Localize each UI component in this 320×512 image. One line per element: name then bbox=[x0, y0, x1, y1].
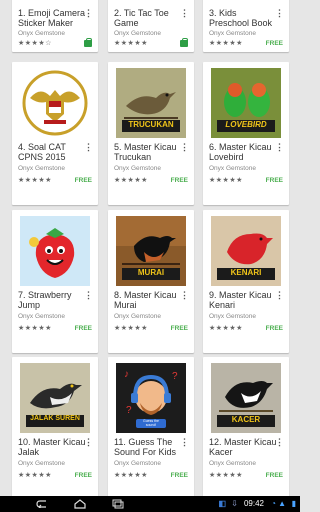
developer-name: Onyx Gemstone bbox=[114, 30, 161, 37]
overflow-menu-icon[interactable]: ⋮ bbox=[84, 8, 93, 18]
overflow-menu-icon[interactable]: ⋮ bbox=[180, 8, 189, 18]
price-label: FREE bbox=[74, 177, 92, 184]
app-card[interactable]: KENARI 9. Master Kicau Kenari ⋮ Onyx Gem… bbox=[203, 210, 289, 353]
developer-name: Onyx Gemstone bbox=[18, 313, 65, 320]
image-caption: LOVEBIRD bbox=[225, 120, 267, 129]
developer-name: Onyx Gemstone bbox=[209, 460, 256, 467]
star-rating: ★★★★★ bbox=[209, 40, 243, 47]
recents-icon[interactable] bbox=[112, 499, 124, 509]
price-label: FREE bbox=[170, 325, 188, 332]
star-rating: ★★★★★ bbox=[114, 177, 148, 184]
app-title: 1. Emoji Camera Sticker Maker bbox=[18, 8, 86, 28]
app-card[interactable]: LOVEBIRD 6. Master Kicau Lovebird ⋮ Onyx… bbox=[203, 62, 289, 205]
installed-bag-icon bbox=[84, 38, 92, 47]
app-card[interactable]: 2. Tic Tac Toe Game ⋮ Onyx Gemstone ★★★★… bbox=[108, 0, 194, 52]
price-label: FREE bbox=[170, 177, 188, 184]
overflow-menu-icon[interactable]: ⋮ bbox=[275, 437, 284, 447]
app-title: 9. Master Kicau Kenari bbox=[209, 290, 272, 310]
system-navigation-bar: ◧ ⇩ 09:42 ◔ ▲ ▮ bbox=[0, 496, 300, 512]
price-label: FREE bbox=[265, 325, 283, 332]
star-rating: ★★★★★ bbox=[18, 177, 52, 184]
overflow-menu-icon[interactable]: ⋮ bbox=[180, 142, 189, 152]
app-card[interactable]: 1. Emoji Camera Sticker Maker ⋮ Onyx Gem… bbox=[12, 0, 98, 52]
app-card[interactable]: TRUCUKAN 5. Master Kicau Trucukan ⋮ Onyx… bbox=[108, 62, 194, 205]
price-label: FREE bbox=[74, 325, 92, 332]
developer-name: Onyx Gemstone bbox=[209, 30, 256, 37]
svg-text:?: ? bbox=[172, 371, 178, 382]
app-title: 7. Strawberry Jump bbox=[18, 290, 72, 310]
image-caption: JALAK SUREN bbox=[30, 415, 80, 422]
clock-time: 09:42 bbox=[243, 499, 264, 508]
image-caption: Guess the sound! bbox=[143, 419, 159, 427]
image-caption: KENARI bbox=[230, 268, 262, 277]
star-rating: ★★★★★ bbox=[209, 177, 243, 184]
app-title: 11. Guess The Sound For Kids bbox=[114, 437, 177, 457]
app-title: 3. Kids Preschool Book bbox=[209, 8, 273, 28]
star-rating: ★★★★★ bbox=[18, 472, 52, 479]
overflow-menu-icon[interactable]: ⋮ bbox=[275, 142, 284, 152]
signal-icon: ▲ bbox=[278, 499, 286, 508]
download-icon: ⇩ bbox=[231, 499, 238, 508]
overflow-menu-icon[interactable]: ⋮ bbox=[84, 437, 93, 447]
image-caption: TRUCUKAN bbox=[128, 120, 174, 129]
price-label: FREE bbox=[74, 472, 92, 479]
developer-name: Onyx Gemstone bbox=[18, 460, 65, 467]
app-card[interactable]: ♪ ? ? Guess the sound! 11. Guess The Sou… bbox=[108, 357, 194, 500]
overflow-menu-icon[interactable]: ⋮ bbox=[275, 8, 284, 18]
price-label: FREE bbox=[265, 40, 283, 47]
app-title: 6. Master Kicau Lovebird bbox=[209, 142, 272, 162]
price-label: FREE bbox=[265, 177, 283, 184]
app-title: 5. Master Kicau Trucukan bbox=[114, 142, 177, 162]
developer-name: Onyx Gemstone bbox=[209, 313, 256, 320]
garuda-emblem-icon bbox=[20, 68, 90, 138]
home-icon[interactable] bbox=[74, 499, 86, 509]
app-card[interactable]: 3. Kids Preschool Book ⋮ Onyx Gemstone ★… bbox=[203, 0, 289, 52]
app-card[interactable]: 4. Soal CAT CPNS 2015 ⋮ Onyx Gemstone ★★… bbox=[12, 62, 98, 205]
app-card[interactable]: 7. Strawberry Jump ⋮ Onyx Gemstone ★★★★★… bbox=[12, 210, 98, 353]
app-title: 8. Master Kicau Murai bbox=[114, 290, 177, 310]
overflow-menu-icon[interactable]: ⋮ bbox=[275, 290, 284, 300]
app-card[interactable]: MURAI 8. Master Kicau Murai ⋮ Onyx Gemst… bbox=[108, 210, 194, 353]
app-card[interactable]: KACER 12. Master Kicau Kacer ⋮ Onyx Gems… bbox=[203, 357, 289, 500]
developer-name: Onyx Gemstone bbox=[114, 165, 161, 172]
star-rating: ★★★★★ bbox=[209, 325, 243, 332]
app-title: 12. Master Kicau Kacer bbox=[209, 437, 277, 457]
star-rating: ★★★★★ bbox=[18, 325, 52, 332]
developer-name: Onyx Gemstone bbox=[114, 460, 161, 467]
star-rating: ★★★★★ bbox=[209, 472, 243, 479]
star-rating: ★★★★★ bbox=[114, 472, 148, 479]
overflow-menu-icon[interactable]: ⋮ bbox=[180, 437, 189, 447]
back-icon[interactable] bbox=[36, 500, 48, 508]
battery-icon: ▮ bbox=[291, 499, 296, 508]
developer-name: Onyx Gemstone bbox=[209, 165, 256, 172]
overflow-menu-icon[interactable]: ⋮ bbox=[84, 142, 93, 152]
star-rating: ★★★★☆ bbox=[18, 40, 52, 47]
developer-name: Onyx Gemstone bbox=[18, 30, 65, 37]
svg-text:?: ? bbox=[126, 405, 132, 416]
star-rating: ★★★★★ bbox=[114, 325, 148, 332]
app-title: 2. Tic Tac Toe Game bbox=[114, 8, 169, 28]
notification-app-icon: ◧ bbox=[218, 499, 226, 508]
price-label: FREE bbox=[265, 472, 283, 479]
app-title: 10. Master Kicau Jalak bbox=[18, 437, 86, 457]
price-label: FREE bbox=[170, 472, 188, 479]
app-grid: 1. Emoji Camera Sticker Maker ⋮ Onyx Gem… bbox=[0, 0, 300, 500]
jalak-bird-icon bbox=[20, 363, 90, 433]
developer-name: Onyx Gemstone bbox=[114, 313, 161, 320]
installed-bag-icon bbox=[180, 38, 188, 47]
image-caption: MURAI bbox=[137, 268, 165, 277]
wifi-icon: ◔ bbox=[271, 499, 276, 508]
overflow-menu-icon[interactable]: ⋮ bbox=[180, 290, 189, 300]
strawberry-character-icon bbox=[20, 216, 90, 286]
svg-text:♪: ♪ bbox=[124, 369, 129, 380]
star-rating: ★★★★★ bbox=[114, 40, 148, 47]
app-title: 4. Soal CAT CPNS 2015 bbox=[18, 142, 66, 162]
developer-name: Onyx Gemstone bbox=[18, 165, 65, 172]
image-caption: KACER bbox=[231, 415, 261, 424]
app-card[interactable]: JALAK SUREN 10. Master Kicau Jalak ⋮ Ony… bbox=[12, 357, 98, 500]
overflow-menu-icon[interactable]: ⋮ bbox=[84, 290, 93, 300]
